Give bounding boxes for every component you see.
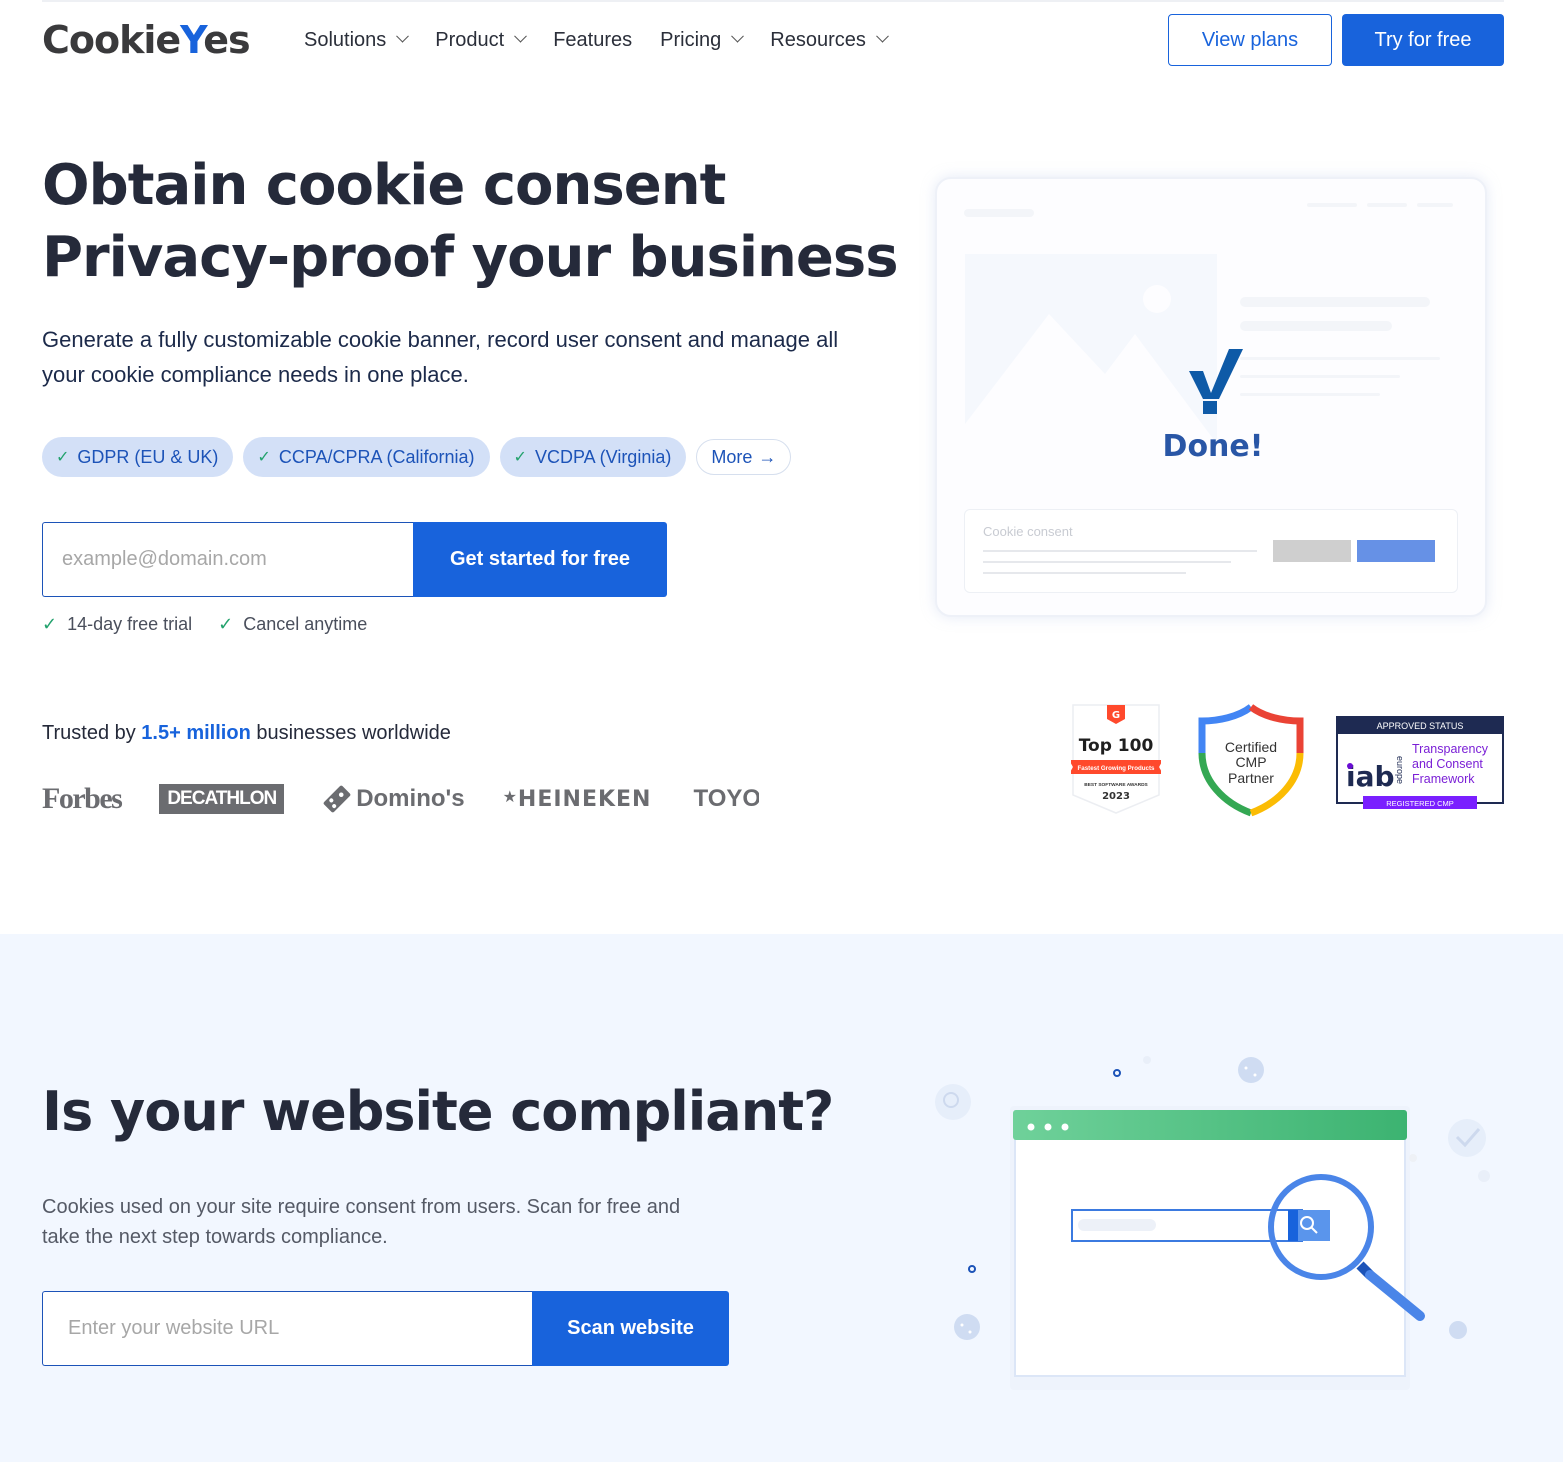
bg-search-bubble (935, 1084, 971, 1120)
mock-reject-button (1273, 540, 1351, 562)
regulation-chips: ✓ GDPR (EU & UK) ✓ CCPA/CPRA (California) … (42, 437, 792, 477)
signup-form: Get started for free (42, 522, 667, 597)
compliance-title: Is your website compliant? (42, 1080, 834, 1143)
customer-logos: Forbes DECATHLON Domino's ★HEINEKEN TOYO… (42, 782, 759, 816)
scan-illustration (935, 1056, 1490, 1390)
cookieyes-check-icon (1189, 349, 1243, 414)
iab-header: APPROVED STATUS (1377, 721, 1464, 731)
bg-check-bubble (1448, 1119, 1486, 1157)
iab-europe-tcf-badge: APPROVED STATUS iab europe Transparency … (1336, 716, 1504, 809)
iab-footer: REGISTERED CMP (1386, 799, 1454, 808)
check-icon: ✓ (42, 614, 58, 634)
scan-website-button[interactable]: Scan website (532, 1291, 729, 1366)
check-icon: ✓ (218, 614, 234, 634)
decathlon-logo: DECATHLON (159, 784, 285, 814)
hero-subtitle: Generate a fully customizable cookie ban… (42, 327, 839, 387)
bg-dot (1113, 1069, 1121, 1077)
browser-title-bar (1013, 1110, 1407, 1140)
g2-title: Top 100 (1079, 736, 1154, 756)
perk-free-trial: ✓ 14-day free trial (42, 614, 193, 634)
chip-vcdpa[interactable]: ✓ VCDPA (Virginia) (499, 437, 687, 477)
mock-logo-bar (964, 209, 1034, 217)
mock-text-line (1240, 393, 1380, 396)
cookie-icon (954, 1314, 980, 1340)
dominos-tile-icon (323, 785, 351, 813)
mock-accept-button (1357, 540, 1435, 562)
iab-logo-text: iab (1346, 760, 1395, 793)
consent-label: Cookie consent (983, 524, 1073, 539)
get-started-button[interactable]: Get started for free (413, 522, 667, 597)
signup-perks: ✓ 14-day free trial ✓ Cancel anytime (42, 614, 367, 635)
mock-image-placeholder (965, 254, 1217, 444)
mock-nav-line (1307, 203, 1357, 207)
star-icon: ★ (502, 786, 518, 806)
hero-title: Obtain cookie consent Privacy-proof your… (42, 153, 899, 290)
chevron-down-icon (876, 29, 889, 43)
chevron-down-icon (731, 29, 745, 43)
g2-top100-badge: G Top 100 Fastest Growing Products BEST … (1071, 704, 1161, 814)
chip-ccpa[interactable]: ✓ CCPA/CPRA (California) (243, 437, 490, 477)
mock-text-line (1240, 375, 1400, 378)
consent-line (983, 550, 1257, 552)
cmp-line1: Certified (1225, 739, 1277, 755)
toyota-logo: TOYOTA (693, 785, 760, 812)
cookie-icon (1449, 1321, 1467, 1339)
g2-year: 2023 (1102, 791, 1130, 802)
g2-ribbon: Fastest Growing Products (1077, 765, 1155, 772)
mock-text-line (1240, 321, 1392, 331)
email-input[interactable] (42, 522, 413, 597)
iab-line3: Framework (1412, 772, 1475, 786)
website-url-input[interactable] (42, 1291, 532, 1366)
nav-item-features[interactable]: Features (553, 26, 632, 54)
mock-nav-line (1367, 203, 1407, 207)
nav-menu: Solutions Product Features Pricing Resou… (304, 26, 915, 54)
check-icon: ✓ (513, 449, 527, 466)
cmp-line2: CMP (1235, 754, 1266, 770)
main-navigation: CookieYes Solutions Product Features Pri… (0, 0, 1563, 80)
mock-nav-line (1417, 203, 1453, 207)
consent-line (983, 561, 1231, 563)
more-regulations-button[interactable]: More → (696, 439, 792, 475)
try-for-free-button[interactable]: Try for free (1342, 14, 1504, 66)
dominos-logo: Domino's (322, 784, 465, 814)
heineken-logo: ★HEINEKEN (502, 786, 652, 812)
iab-line2: and Consent (1412, 757, 1483, 771)
consent-illustration: Done! Cookie consent (935, 177, 1487, 617)
nav-item-product[interactable]: Product (435, 26, 528, 54)
compliance-subtitle: Cookies used on your site require consen… (42, 1196, 681, 1248)
iab-line1: Transparency (1412, 742, 1489, 756)
google-cmp-partner-badge: Certified CMP Partner (1198, 704, 1304, 817)
iab-region: europe (1395, 756, 1405, 784)
chevron-down-icon (514, 29, 528, 43)
nav-item-solutions[interactable]: Solutions (304, 26, 410, 54)
done-label: Done! (1162, 429, 1264, 464)
check-icon: ✓ (56, 449, 70, 466)
g2-subtitle: BEST SOFTWARE AWARDS (1084, 782, 1148, 788)
perk-cancel-anytime: ✓ Cancel anytime (218, 614, 368, 634)
arrow-right-icon: → (758, 446, 777, 467)
nav-item-resources[interactable]: Resources (770, 26, 889, 54)
cookie-icon (1238, 1057, 1264, 1083)
mock-consent-banner: Cookie consent (964, 509, 1458, 593)
consent-line (983, 572, 1186, 574)
chevron-down-icon (396, 29, 410, 43)
forbes-logo: Forbes (42, 782, 123, 815)
bg-dot (968, 1265, 976, 1273)
nav-item-pricing[interactable]: Pricing (660, 26, 745, 54)
chip-gdpr[interactable]: ✓ GDPR (EU & UK) (42, 437, 234, 477)
cmp-line3: Partner (1228, 770, 1274, 786)
mock-text-line (1240, 297, 1430, 307)
svg-text:G: G (1112, 710, 1120, 721)
trusted-by-text: Trusted by 1.5+ million businesses world… (42, 722, 451, 744)
mock-text-line (1240, 357, 1440, 360)
cookieyes-logo[interactable]: CookieYes (42, 18, 251, 62)
view-plans-button[interactable]: View plans (1168, 14, 1332, 66)
scan-form: Scan website (42, 1291, 729, 1366)
check-icon: ✓ (257, 449, 271, 466)
